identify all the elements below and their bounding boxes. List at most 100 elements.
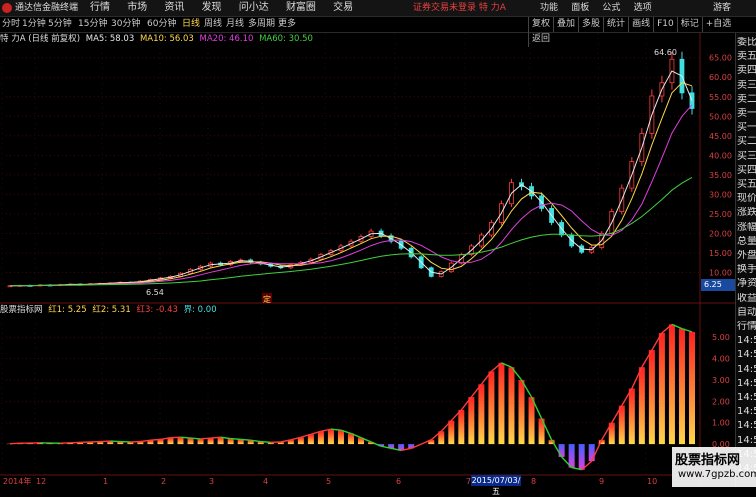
- x-tick-label: 8: [531, 477, 536, 486]
- quote-field-17: 净资: [737, 278, 756, 290]
- quote-field-4: 卖二: [737, 94, 756, 106]
- quote-field-26: 14:58: [737, 406, 756, 418]
- hong3-value: 红3: -0.43: [136, 305, 177, 315]
- high-annotation: 64.60: [654, 48, 677, 57]
- x-tick-label: 4: [263, 477, 268, 486]
- app-window: 通达信金融终端 行情 市场 资讯 发现 问小达 财富圈 交易 证券交易未登录 特…: [0, 0, 756, 487]
- quote-field-0: 委比: [737, 37, 756, 49]
- x-tick-label: 2014年: [3, 476, 31, 486]
- ind-bar: [669, 324, 675, 444]
- price-tick-label: 55.00: [709, 93, 732, 102]
- quote-field-12: 涨跌: [737, 207, 756, 219]
- price-tick-label: 35.00: [709, 171, 732, 180]
- ind-bar: [318, 431, 324, 444]
- x-tick-label: 2: [161, 477, 166, 486]
- price-tick-label: 15.00: [709, 249, 732, 258]
- ind-bar: [559, 444, 565, 457]
- x-axis: 2014年1212345678910: [3, 476, 657, 486]
- ind-bar: [529, 397, 535, 444]
- price-chart[interactable]: 65.0060.0055.0050.0045.0040.0035.0030.00…: [0, 0, 735, 487]
- ind-line-seg: [201, 438, 211, 439]
- quote-field-27: 14:58: [737, 420, 756, 432]
- price-tick-label: 60.00: [709, 73, 732, 82]
- x-tick-label: 10: [647, 477, 657, 486]
- quote-field-2: 卖四: [737, 65, 756, 77]
- quote-field-14: 总量: [737, 236, 756, 248]
- low-annotation: 6.54: [146, 288, 164, 297]
- indicator-info-bar: 股票指标网 红1: 5.25 红2: 5.31 红3: -0.43 界: 0.0…: [0, 304, 220, 316]
- quote-field-10: 买五: [737, 179, 756, 191]
- ind-bar: [619, 406, 625, 444]
- quote-field-19: 自动: [737, 307, 756, 319]
- ind-bar: [178, 437, 184, 444]
- x-tick-label: 5: [326, 477, 331, 486]
- x-tick-label: 3: [209, 477, 214, 486]
- indicator-axis: 5.004.003.002.001.000.00: [712, 333, 730, 449]
- ding-marker[interactable]: 定: [263, 294, 271, 304]
- ind-tick-label: 2.00: [712, 397, 730, 406]
- price-tick-label: 10.00: [709, 268, 732, 277]
- quote-field-5: 卖一: [737, 108, 756, 120]
- price-tick-label: 20.00: [709, 229, 732, 238]
- ind-bar: [569, 444, 575, 468]
- ind-bar: [639, 367, 645, 444]
- quote-field-8: 买三: [737, 151, 756, 163]
- quote-field-15: 外盘: [737, 250, 756, 262]
- watermark: 股票指标网 www.7gpzb.com: [672, 447, 756, 487]
- ind-bar: [579, 444, 585, 470]
- watermark-title: 股票指标网: [675, 449, 740, 468]
- ind-bar: [208, 438, 214, 444]
- quote-field-7: 买二: [737, 136, 756, 148]
- jie-value: 界: 0.00: [184, 305, 217, 315]
- quote-field-3: 卖三: [737, 80, 756, 92]
- quote-field-6: 买一: [737, 122, 756, 134]
- ind-bar: [458, 410, 464, 444]
- hong1-value: 红1: 5.25: [48, 305, 86, 315]
- ind-line-seg: [261, 442, 271, 443]
- x-tick-label: 6: [396, 477, 401, 486]
- ind-bar: [198, 439, 204, 444]
- ind-line-seg: [181, 437, 191, 438]
- price-tick-label: 40.00: [709, 151, 732, 160]
- x-tick-label: 1: [103, 477, 108, 486]
- quote-field-24: 14:59: [737, 378, 756, 390]
- candles: [8, 52, 694, 287]
- quote-field-28: 14:58: [737, 435, 756, 447]
- quote-field-1: 卖五: [737, 51, 756, 63]
- ind-bar: [338, 430, 344, 444]
- ind-bar: [649, 350, 655, 444]
- ind-bar: [488, 371, 494, 444]
- watermark-url: www.7gpzb.com: [678, 469, 756, 480]
- ma-line-2: [10, 105, 692, 286]
- ma-line-1: [10, 83, 692, 286]
- quote-panel: 委比卖五卖四卖三卖二卖一买一买二买三买四买五现价涨跌涨幅总量外盘换手净资收益自动…: [735, 33, 756, 487]
- ind-bar: [508, 367, 514, 444]
- ind-bar: [328, 429, 334, 444]
- ind-tick-label: 1.00: [712, 419, 730, 428]
- quote-field-20: 行情: [737, 321, 756, 333]
- ind-bar: [218, 437, 224, 444]
- ind-bar: [589, 444, 595, 461]
- x-tick-label: 12: [36, 477, 46, 486]
- price-tick-label: 65.00: [709, 54, 732, 63]
- price-tick-label: 50.00: [709, 112, 732, 121]
- quote-field-11: 现价: [737, 193, 756, 205]
- ind-line-seg: [241, 439, 251, 440]
- ind-line-seg: [231, 439, 241, 440]
- ind-tick-label: 3.00: [712, 376, 730, 385]
- ind-bar: [478, 384, 484, 444]
- ind-bar: [188, 438, 194, 444]
- quote-field-22: 14:59: [737, 349, 756, 361]
- ma-line-3: [10, 177, 692, 285]
- ind-bar: [498, 363, 504, 444]
- price-tick-label: 45.00: [709, 132, 732, 141]
- quote-field-18: 收益: [737, 293, 756, 305]
- indicator-bars: [7, 324, 695, 469]
- indicator-title[interactable]: 股票指标网: [0, 305, 43, 315]
- quote-field-21: 14:59: [737, 335, 756, 347]
- ind-line-seg: [150, 439, 160, 440]
- ind-bar: [659, 333, 665, 444]
- ind-bar: [629, 389, 635, 445]
- ind-bar: [519, 380, 525, 444]
- cursor-date: 2015/07/03/五: [471, 475, 521, 486]
